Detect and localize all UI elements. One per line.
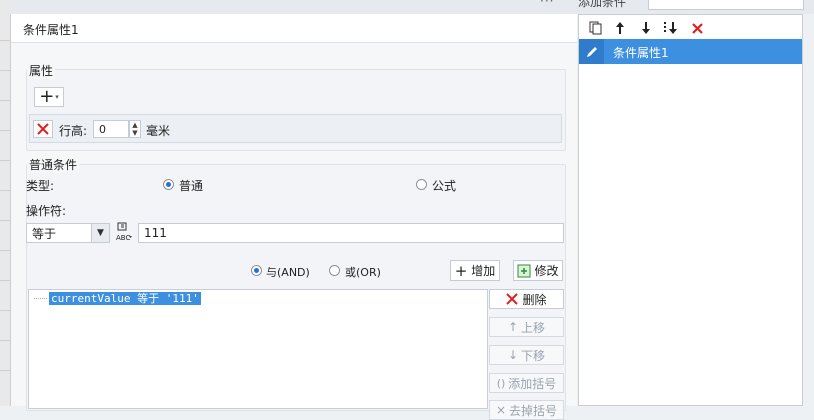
logic-or-label[interactable]: 或(OR): [345, 264, 381, 280]
plus-icon: +: [39, 86, 55, 107]
edit-condition-button[interactable]: 修改: [513, 260, 563, 281]
row-height-input[interactable]: 0: [93, 120, 129, 138]
remove-bracket-button[interactable]: × 去掉括号: [489, 400, 564, 420]
move-up-label: 上移: [521, 320, 546, 335]
arrow-up-icon: ↑: [507, 320, 519, 334]
type-normal-radio[interactable]: [163, 179, 174, 190]
add-condition-button[interactable]: + 增加: [450, 260, 500, 281]
add-condition-label: 增加: [471, 264, 496, 278]
arrow-down-icon: ↓: [507, 348, 519, 362]
plus-icon: +: [454, 261, 468, 280]
condition-value-input[interactable]: 111: [138, 223, 564, 243]
condition-attribute-dialog: 条件属性1 属性 + ▾ 行高: 0 ▲ ▼ 毫米 普通条件 类型: 普通 公式 …: [10, 14, 577, 420]
remove-row-height-button[interactable]: [33, 120, 53, 138]
svg-text:ABC: ABC: [116, 234, 130, 242]
delete-condition-button[interactable]: 删除: [489, 289, 564, 309]
move-up-button[interactable]: ↑ 上移: [489, 317, 564, 337]
edit-icon: [579, 39, 604, 64]
right-top-field[interactable]: [648, 0, 804, 10]
condition-list-panel: 条件属性1: [578, 14, 803, 406]
move-down-button[interactable]: ↓ 下移: [489, 345, 564, 365]
add-bracket-label: 添加括号: [508, 376, 557, 391]
value-type-icon[interactable]: ABC: [115, 222, 137, 244]
row-height-unit: 毫米: [146, 124, 171, 138]
type-normal-label[interactable]: 普通: [179, 177, 203, 194]
add-attribute-button[interactable]: + ▾: [34, 87, 64, 107]
delete-condition-label: 删除: [522, 292, 547, 307]
condition-list[interactable]: currentValue 等于 '111': [28, 289, 488, 409]
sort-down-icon[interactable]: [662, 19, 680, 37]
add-bracket-button[interactable]: () 添加括号: [489, 373, 564, 393]
dialog-title: 条件属性1: [23, 23, 79, 37]
copy-icon[interactable]: [587, 19, 605, 37]
edit-condition-icon: [517, 264, 531, 277]
edit-condition-label: 修改: [534, 264, 559, 278]
arrow-up-icon[interactable]: [611, 19, 629, 37]
type-label: 类型:: [26, 179, 55, 193]
chevron-down-icon: ▾: [55, 93, 59, 101]
logic-or-radio[interactable]: [329, 265, 340, 276]
operator-select-value: 等于: [32, 226, 57, 241]
list-item-label: 条件属性1: [613, 46, 669, 60]
arrow-down-icon[interactable]: [637, 19, 655, 37]
close-icon: [506, 293, 519, 305]
close-icon: ×: [495, 403, 507, 417]
type-formula-radio[interactable]: [416, 179, 427, 190]
close-icon: [37, 123, 49, 135]
list-item[interactable]: 条件属性1: [579, 39, 802, 64]
type-formula-label[interactable]: 公式: [432, 177, 456, 194]
condition-item[interactable]: currentValue 等于 '111': [49, 292, 201, 305]
move-down-label: 下移: [521, 348, 546, 363]
background-top-bar: [10, 0, 576, 14]
dialog-title-bar: 条件属性1: [11, 14, 577, 43]
right-top-tab[interactable]: 添加条件: [578, 0, 626, 10]
remove-bracket-label: 去掉括号: [509, 403, 558, 418]
logic-and-label[interactable]: 与(AND): [266, 264, 310, 280]
delete-icon[interactable]: [688, 19, 706, 37]
chevron-down-icon[interactable]: ▼: [91, 223, 110, 243]
more-icon[interactable]: ···: [540, 0, 554, 8]
row-height-stepper[interactable]: ▲ ▼: [129, 120, 141, 138]
row-height-label: 行高:: [59, 124, 88, 138]
normal-condition-legend: 普通条件: [27, 156, 80, 173]
operator-label: 操作符:: [26, 204, 67, 218]
logic-and-radio[interactable]: [251, 265, 262, 276]
bracket-icon: (): [496, 376, 506, 390]
attributes-legend: 属性: [27, 62, 56, 79]
tree-line: [34, 298, 47, 300]
